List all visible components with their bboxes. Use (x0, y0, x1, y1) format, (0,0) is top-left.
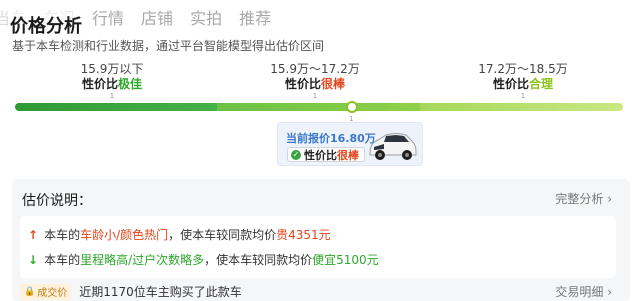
badge-highlight: 很棒 (337, 148, 359, 162)
range-tick: 1 (312, 92, 318, 100)
value-badge: ✓ 性价比 很棒 (287, 147, 365, 162)
reason-factor: 里程略高/过户次数略多 (80, 253, 205, 267)
check-icon: ✓ (291, 149, 301, 160)
car-thumbnail (369, 133, 417, 160)
reason-row-up: ↑ 本车的 车龄小/颜色热门 ，使本车较同款均价 贵4351元 (28, 226, 331, 243)
chevron-right-icon: › (607, 285, 612, 299)
section-subtitle: 基于本车检测和行业数据，通过平台智能模型得出估价区间 (12, 39, 325, 53)
reason-factor: 车龄小/颜色热门 (80, 228, 169, 242)
arrow-up-icon: ↑ (28, 227, 39, 242)
range-price: 15.9万～17.2万 (270, 62, 360, 76)
range-tick: 1 (520, 92, 526, 100)
section-title: 价格分析 (10, 12, 84, 38)
reason-prefix: 本车的 (44, 228, 81, 242)
reason-middle: ，使本车较同款均价 (204, 253, 313, 267)
range-label: 性价比合理 (492, 77, 554, 91)
current-price-marker (346, 101, 358, 113)
price-range-bar (15, 103, 623, 111)
deal-tag-label: 成交价 (37, 288, 68, 299)
deal-details-link[interactable]: 交易明细 › (555, 283, 612, 300)
price-range-mid: 15.9万～17.2万 性价比很棒 1 (270, 62, 360, 100)
lock-icon: 🔒 (24, 286, 36, 297)
reason-amount: 贵4351元 (276, 228, 331, 242)
range-segment-high (420, 103, 623, 111)
current-price-popup: 当前报价16.80万 ✓ 性价比 很棒 (277, 122, 423, 166)
reason-row-down: ↓ 本车的 里程略高/过户次数略多 ，使本车较同款均价 便宜5100元 (28, 251, 379, 268)
estimate-reasons: ↑ 本车的 车龄小/颜色热门 ，使本车较同款均价 贵4351元 ↓ 本车的 里程略高/过… (20, 216, 616, 278)
badge-prefix: 性价比 (304, 148, 337, 162)
deal-summary: 🔒 成交价 近期1170位车主购买了此款车 (20, 283, 242, 300)
tab-recommend[interactable]: 推荐 (239, 5, 271, 29)
deal-details-label: 交易明细 (555, 285, 604, 299)
range-label: 性价比很棒 (284, 77, 346, 91)
reason-middle: ，使本车较同款均价 (168, 228, 277, 242)
full-analysis-link[interactable]: 完整分析 › (555, 190, 612, 207)
range-price: 17.2万～18.5万 (478, 62, 568, 76)
full-analysis-label: 完整分析 (555, 192, 604, 206)
reason-prefix: 本车的 (44, 253, 81, 267)
range-tick: 1 (109, 92, 115, 100)
range-segment-low (15, 103, 217, 111)
tab-store[interactable]: 店铺 (141, 5, 173, 29)
price-range-high: 17.2万～18.5万 性价比合理 1 (478, 62, 568, 100)
range-label: 性价比极佳 (81, 77, 143, 91)
deal-text: 近期1170位车主购买了此款车 (79, 285, 242, 299)
reason-amount: 便宜5100元 (312, 253, 379, 267)
current-price-label: 当前报价16.80万 (286, 132, 376, 145)
estimate-title: 估价说明： (22, 193, 92, 209)
tab-photos[interactable]: 实拍 (190, 5, 222, 29)
deal-price-tag: 🔒 成交价 (20, 283, 72, 300)
tab-market[interactable]: 行情 (92, 5, 124, 29)
chevron-right-icon: › (607, 192, 612, 206)
range-price: 15.9万以下 (80, 62, 144, 76)
price-range-low: 15.9万以下 性价比极佳 1 (72, 62, 152, 100)
estimate-card: 估价说明： 完整分析 › ↑ 本车的 车龄小/颜色热门 ，使本车较同款均价 贵4351… (12, 179, 630, 301)
arrow-down-icon: ↓ (28, 252, 39, 267)
range-segment-mid (217, 103, 420, 111)
